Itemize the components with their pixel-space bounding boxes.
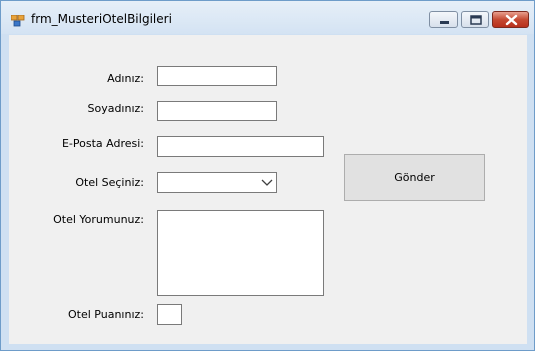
name-label: Adınız: — [107, 72, 144, 85]
close-button[interactable] — [492, 11, 529, 28]
close-icon — [505, 14, 518, 26]
surname-input[interactable] — [157, 101, 277, 121]
chevron-down-icon — [261, 179, 273, 186]
maximize-button[interactable] — [461, 11, 489, 28]
submit-button[interactable]: Gönder — [344, 154, 485, 201]
window-title: frm_MusteriOtelBilgileri — [31, 12, 172, 26]
winforms-app-icon — [10, 12, 25, 27]
minimize-icon — [440, 21, 449, 24]
name-input[interactable] — [157, 66, 277, 86]
rating-label: Otel Puanınız: — [68, 308, 144, 321]
email-label: E-Posta Adresi: — [61, 137, 144, 150]
rating-input[interactable] — [157, 304, 182, 325]
email-input[interactable] — [157, 136, 324, 157]
maximize-icon — [470, 15, 482, 25]
minimize-button[interactable] — [429, 11, 458, 28]
app-window: frm_MusteriOtelBilgileri Adınız: Soyadın… — [0, 0, 535, 351]
comment-textarea[interactable] — [157, 210, 324, 296]
title-bar[interactable]: frm_MusteriOtelBilgileri — [1, 1, 534, 34]
surname-label: Soyadınız: — [87, 102, 144, 115]
comment-label: Otel Yorumunuz: — [53, 213, 144, 226]
form-client-area: Adınız: Soyadınız: E-Posta Adresi: Otel … — [9, 35, 527, 344]
hotel-label: Otel Seçiniz: — [75, 176, 144, 189]
hotel-combobox[interactable] — [157, 172, 277, 193]
